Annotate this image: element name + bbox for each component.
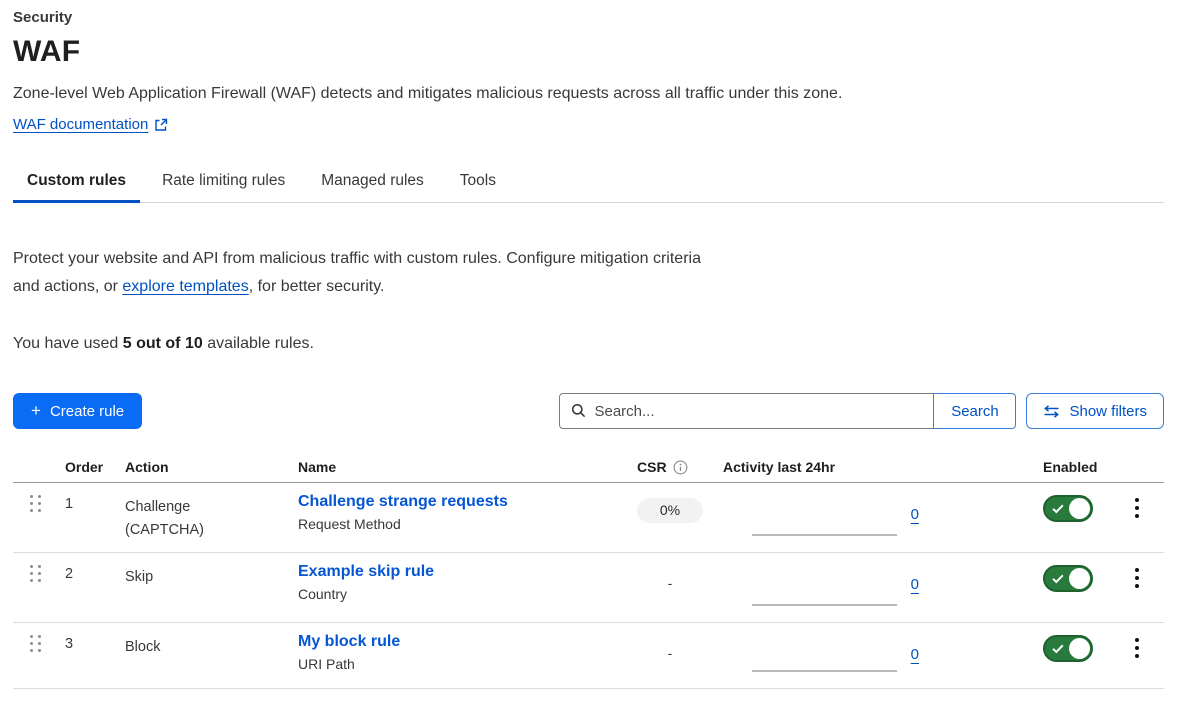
header-name: Name [298, 459, 628, 475]
page-description: Zone-level Web Application Firewall (WAF… [13, 85, 1164, 103]
table-row: 3 Block My block rule URI Path - 0 [13, 623, 1164, 689]
drag-handle-icon[interactable] [30, 565, 65, 582]
tab-custom-rules[interactable]: Custom rules [13, 163, 140, 203]
activity-count-link[interactable]: 0 [911, 576, 919, 593]
header-activity: Activity last 24hr [723, 459, 922, 475]
table-row: 2 Skip Example skip rule Country - 0 [13, 553, 1164, 623]
create-rule-button[interactable]: + Create rule [13, 393, 142, 429]
toggle-knob [1069, 638, 1090, 659]
rule-name-link[interactable]: My block rule [298, 633, 628, 651]
search-input-wrap [559, 393, 934, 429]
rule-order: 1 [65, 483, 125, 552]
drag-handle-icon[interactable] [30, 495, 65, 512]
enabled-toggle[interactable] [1043, 565, 1093, 592]
toolbar: + Create rule Search Show filters [13, 393, 1164, 429]
rule-action: Block [125, 623, 237, 688]
header-enabled: Enabled [922, 459, 1110, 475]
search-button[interactable]: Search [933, 393, 1016, 429]
tab-managed-rules[interactable]: Managed rules [307, 163, 438, 203]
header-order: Order [65, 459, 125, 475]
header-action: Action [125, 459, 298, 475]
kebab-menu-icon[interactable] [1129, 566, 1145, 622]
check-icon [1052, 504, 1064, 514]
check-icon [1052, 644, 1064, 654]
activity-count-link[interactable]: 0 [911, 506, 919, 523]
doc-link-row: WAF documentation [13, 116, 1164, 133]
section-intro: Protect your website and API from malici… [13, 245, 713, 301]
check-icon [1052, 574, 1064, 584]
table-row: 1 Challenge (CAPTCHA) Challenge strange … [13, 483, 1164, 553]
tab-rate-limiting-rules[interactable]: Rate limiting rules [148, 163, 299, 203]
search-icon [571, 403, 586, 418]
drag-handle-icon[interactable] [30, 635, 65, 652]
rule-expression: URI Path [298, 656, 628, 672]
rule-order: 2 [65, 553, 125, 622]
show-filters-button[interactable]: Show filters [1026, 393, 1164, 429]
info-icon[interactable] [673, 460, 688, 475]
csr-badge: 0% [637, 498, 703, 523]
rule-order: 3 [65, 623, 125, 688]
swap-arrows-icon [1043, 405, 1060, 418]
create-rule-label: Create rule [50, 403, 124, 420]
search-group: Search Show filters [559, 393, 1164, 429]
usage-summary: You have used 5 out of 10 available rule… [13, 335, 1164, 353]
rule-action: Skip [125, 553, 237, 622]
toggle-knob [1069, 568, 1090, 589]
search-input[interactable] [559, 393, 934, 429]
rule-expression: Country [298, 586, 628, 602]
tab-tools[interactable]: Tools [446, 163, 510, 203]
page-title: WAF [13, 35, 1164, 69]
breadcrumb: Security [13, 9, 1164, 26]
usage-count: 5 out of 10 [123, 335, 203, 352]
table-header-row: Order Action Name CSR Activity last 24hr… [13, 459, 1164, 483]
activity-count-link[interactable]: 0 [911, 646, 919, 663]
enabled-toggle[interactable] [1043, 635, 1093, 662]
csr-value: - [637, 568, 703, 591]
intro-text-after: , for better security. [249, 278, 385, 295]
rule-expression: Request Method [298, 516, 628, 532]
tab-bar: Custom rules Rate limiting rules Managed… [13, 163, 1164, 203]
external-link-icon [154, 118, 168, 132]
toggle-knob [1069, 498, 1090, 519]
kebab-menu-icon[interactable] [1129, 496, 1145, 552]
show-filters-label: Show filters [1069, 403, 1147, 420]
kebab-menu-icon[interactable] [1129, 636, 1145, 688]
rule-name-link[interactable]: Challenge strange requests [298, 493, 628, 511]
explore-templates-link[interactable]: explore templates [122, 278, 248, 295]
csr-value: - [637, 638, 703, 661]
activity-sparkline [752, 534, 897, 536]
rule-name-link[interactable]: Example skip rule [298, 563, 628, 581]
header-csr: CSR [637, 459, 667, 475]
waf-documentation-link[interactable]: WAF documentation [13, 116, 148, 133]
plus-icon: + [31, 402, 41, 419]
activity-sparkline [752, 604, 897, 606]
enabled-toggle[interactable] [1043, 495, 1093, 522]
rules-table: Order Action Name CSR Activity last 24hr… [13, 459, 1164, 689]
activity-sparkline [752, 670, 897, 672]
rule-action: Challenge (CAPTCHA) [125, 483, 237, 552]
